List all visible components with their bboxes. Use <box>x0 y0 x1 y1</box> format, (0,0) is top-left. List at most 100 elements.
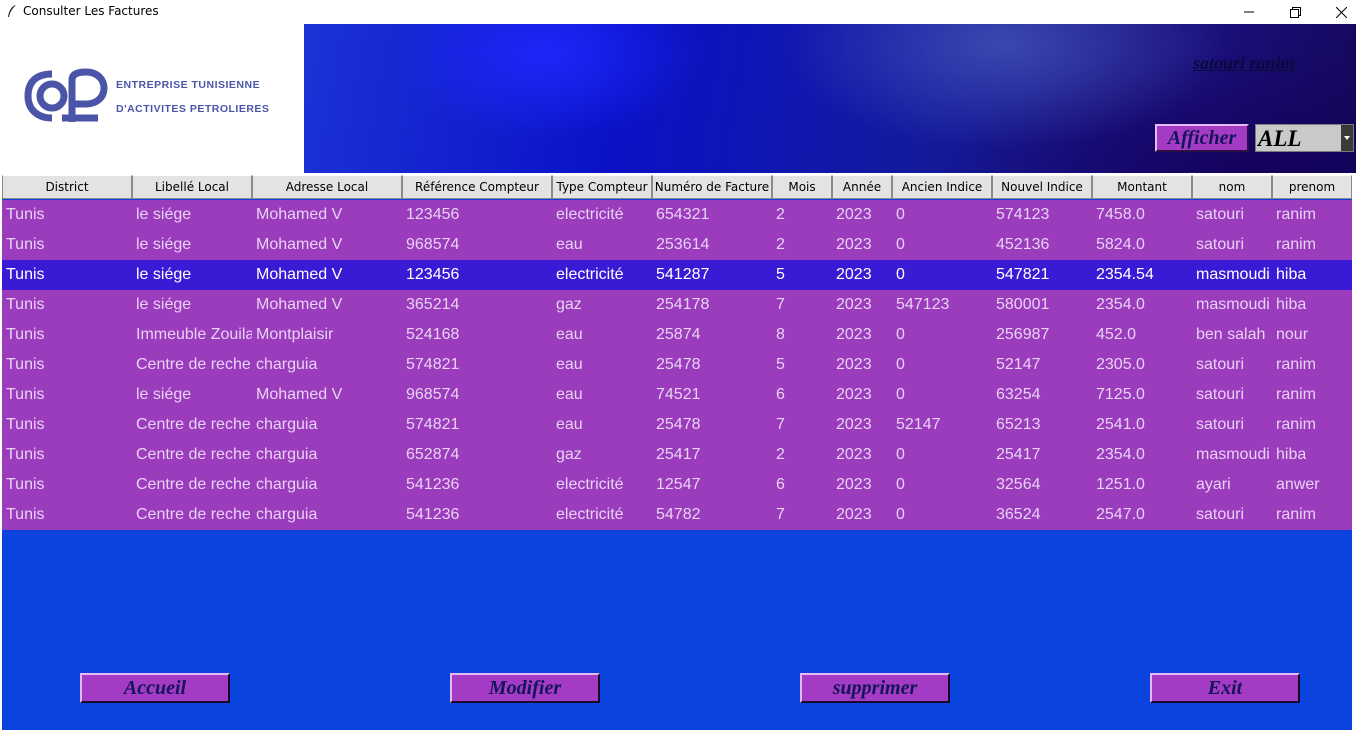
table-cell: 0 <box>896 446 905 463</box>
table-cell: 123456 <box>406 206 460 223</box>
minimize-button[interactable] <box>1226 0 1272 24</box>
table-cell: satouri <box>1196 416 1245 433</box>
logo-panel: ENTREPRISE TUNISIENNE D'ACTIVITES PETROL… <box>0 24 304 173</box>
column-header[interactable]: Nouvel Indice <box>992 175 1092 199</box>
table-cell: Mohamed V <box>256 266 343 283</box>
column-header[interactable]: Référence Compteur <box>402 175 552 199</box>
table-cell: 524168 <box>406 326 460 343</box>
table-cell: anwer <box>1276 476 1320 493</box>
table-row[interactable]: Tunis Centre de reche charguia 652874 gaz 254… <box>2 440 1352 470</box>
table-row[interactable]: Tunis le siége Mohamed V 123456 electricité 6… <box>2 200 1352 230</box>
table-cell: masmoudi <box>1196 446 1270 463</box>
table-cell: Immeuble Zouila <box>136 326 252 343</box>
column-header[interactable]: prenom <box>1272 175 1352 199</box>
modifier-button[interactable]: Modifier <box>450 673 600 703</box>
table-cell: charguia <box>256 506 318 523</box>
table-cell: Mohamed V <box>256 296 343 313</box>
table-cell: 253614 <box>656 236 710 253</box>
column-header[interactable]: Montant <box>1092 175 1192 199</box>
table-cell: electricité <box>556 506 624 523</box>
supprimer-button[interactable]: supprimer <box>800 673 950 703</box>
table-cell: satouri <box>1196 206 1245 223</box>
table-cell: 968574 <box>406 236 460 253</box>
table-cell: charguia <box>256 476 318 493</box>
table-cell: ranim <box>1276 206 1317 223</box>
column-header[interactable]: Mois <box>772 175 832 199</box>
table-cell: eau <box>556 386 583 403</box>
exit-button[interactable]: Exit <box>1150 673 1300 703</box>
window-title: Consulter Les Factures <box>23 4 159 18</box>
table-cell: 6 <box>776 386 785 403</box>
table-row[interactable]: Tunis Immeuble Zouila Montplaisir 524168 eau… <box>2 320 1352 350</box>
column-header[interactable]: nom <box>1192 175 1272 199</box>
table-cell: le siége <box>136 296 192 313</box>
table-cell: 25417 <box>996 446 1041 463</box>
user-name: satouri ranim <box>1193 53 1295 73</box>
table-header: District Libellé Local Adresse Local Référe… <box>2 175 1352 199</box>
table-row[interactable]: Tunis le siége Mohamed V 123456 electricité 5… <box>2 260 1352 290</box>
table-cell: 2023 <box>836 416 872 433</box>
logo-line-2: D'ACTIVITES PETROLIERES <box>116 103 270 115</box>
table-cell: Tunis <box>6 506 45 523</box>
table-cell: charguia <box>256 416 318 433</box>
table-cell: ben salah <box>1196 326 1266 343</box>
table-cell: Tunis <box>6 326 45 343</box>
table-row[interactable]: Tunis Centre de reche charguia 574821 eau 254… <box>2 350 1352 380</box>
table-cell: 256987 <box>996 326 1050 343</box>
dropdown-arrow-icon[interactable] <box>1341 125 1353 151</box>
table-cell: 25478 <box>656 416 701 433</box>
table-row[interactable]: Tunis Centre de reche charguia 541236 electr… <box>2 470 1352 500</box>
table-cell: 0 <box>896 236 905 253</box>
table-cell: 365214 <box>406 296 460 313</box>
column-header[interactable]: Année <box>832 175 892 199</box>
table-cell: charguia <box>256 356 318 373</box>
column-header[interactable]: Adresse Local <box>252 175 402 199</box>
table-row[interactable]: Tunis le siége Mohamed V 365214 gaz 254178 7 20… <box>2 290 1352 320</box>
table-cell: 2023 <box>836 446 872 463</box>
table-cell: 2547.0 <box>1096 506 1145 523</box>
table-cell: eau <box>556 356 583 373</box>
table-cell: 7 <box>776 416 785 433</box>
table-row[interactable]: Tunis Centre de reche charguia 541236 electr… <box>2 500 1352 530</box>
table-row[interactable]: Tunis Centre de reche charguia 574821 eau 254… <box>2 410 1352 440</box>
table-row[interactable]: Tunis le siége Mohamed V 968574 eau 74521 6 202… <box>2 380 1352 410</box>
table-cell: 74521 <box>656 386 701 403</box>
table-cell: 25478 <box>656 356 701 373</box>
table-cell: 0 <box>896 386 905 403</box>
column-header[interactable]: Ancien Indice <box>892 175 992 199</box>
filter-select[interactable]: ALL <box>1255 124 1354 152</box>
table-cell: 547821 <box>996 266 1050 283</box>
close-button[interactable] <box>1318 0 1356 24</box>
close-icon <box>1335 6 1347 18</box>
table-cell: satouri <box>1196 386 1245 403</box>
table-cell: 5 <box>776 356 785 373</box>
column-header[interactable]: Libellé Local <box>132 175 252 199</box>
table-cell: le siége <box>136 206 192 223</box>
table-cell: 7125.0 <box>1096 386 1145 403</box>
table-cell: Centre de reche <box>136 476 251 493</box>
column-header[interactable]: Type Compteur <box>552 175 652 199</box>
table-cell: Tunis <box>6 476 45 493</box>
table-cell: 123456 <box>406 266 460 283</box>
table-cell: 2 <box>776 446 785 463</box>
table-cell: Mohamed V <box>256 206 343 223</box>
table-row[interactable]: Tunis le siége Mohamed V 968574 eau 253614 2 20… <box>2 230 1352 260</box>
table-cell: satouri <box>1196 506 1245 523</box>
restore-button[interactable] <box>1272 0 1318 24</box>
table-cell: hiba <box>1276 446 1307 463</box>
column-header[interactable]: District <box>2 175 132 199</box>
table-cell: 7458.0 <box>1096 206 1145 223</box>
afficher-button[interactable]: Afficher <box>1155 124 1249 152</box>
column-header[interactable]: Numéro de Facture <box>652 175 772 199</box>
table-cell: Tunis <box>6 296 45 313</box>
table-cell: 0 <box>896 476 905 493</box>
table-cell: 52147 <box>896 416 941 433</box>
table-cell: 2023 <box>836 296 872 313</box>
table-cell: 5 <box>776 266 785 283</box>
table-cell: Tunis <box>6 356 45 373</box>
table-cell: 654321 <box>656 206 710 223</box>
table-cell: 652874 <box>406 446 460 463</box>
table-cell: 574821 <box>406 416 460 433</box>
accueil-button[interactable]: Accueil <box>80 673 230 703</box>
table-cell: 52147 <box>996 356 1041 373</box>
